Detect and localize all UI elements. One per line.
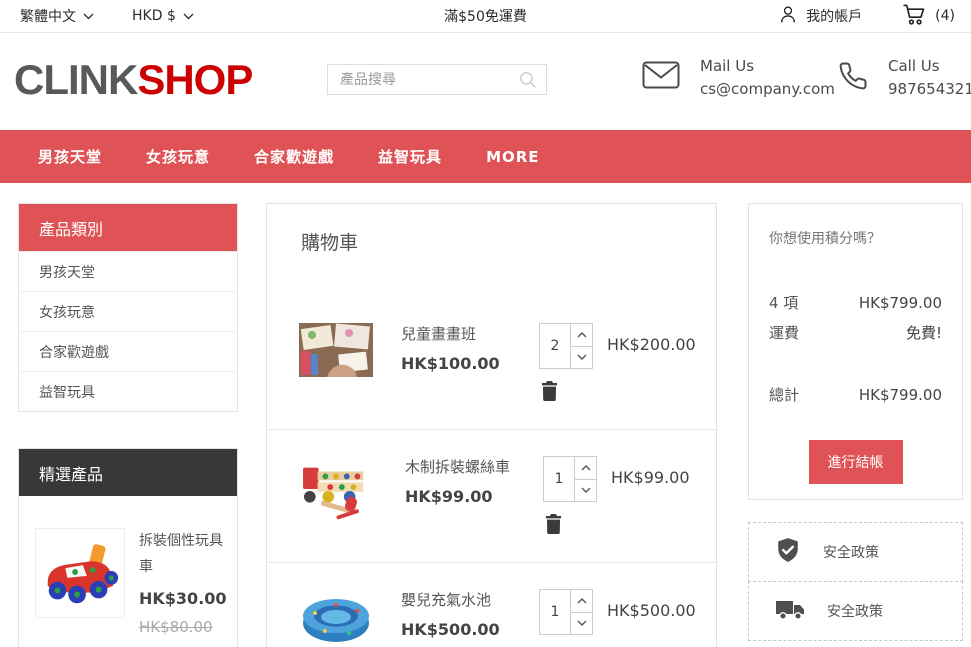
quantity-increase-button[interactable] <box>575 457 596 479</box>
quantity-input[interactable] <box>544 457 574 501</box>
user-icon <box>778 4 798 28</box>
featured-product-name[interactable]: 拆裝個性玩具車 <box>139 528 227 580</box>
shield-check-icon <box>775 537 801 567</box>
my-account-button[interactable]: 我的帳戶 <box>778 4 862 28</box>
summary-shipping-label: 運費 <box>769 318 799 348</box>
chevron-down-icon <box>183 8 194 24</box>
logo-text-red: SHOP <box>137 56 252 103</box>
shop-logo[interactable]: CLINKSHOP <box>14 56 252 104</box>
my-account-label: 我的帳戶 <box>806 6 862 26</box>
cart-title: 購物車 <box>267 204 716 255</box>
product-image[interactable] <box>299 323 373 381</box>
category-item-girls[interactable]: 女孩玩意 <box>19 291 237 331</box>
cart-item-name[interactable]: 木制拆裝螺絲車 <box>405 456 543 477</box>
category-item-boys[interactable]: 男孩天堂 <box>19 251 237 291</box>
logo-text-gray: CLINK <box>14 56 137 103</box>
shopping-cart-panel: 購物車 <box>266 203 717 647</box>
language-selector[interactable]: 繁體中文 <box>20 6 94 26</box>
currency-label: HKD $ <box>132 8 176 24</box>
trash-icon <box>541 389 558 404</box>
featured-products-box: 精選產品 拆裝個性玩具車 <box>18 448 238 647</box>
summary-total-label: 總計 <box>769 380 799 410</box>
summary-items-value: HK$799.00 <box>859 288 942 318</box>
summary-total-row: 總計 HK$799.00 <box>769 380 942 410</box>
trash-icon <box>545 522 562 537</box>
cart-item-row: 兒童畫畫班 HK$100.00 <box>267 297 716 429</box>
featured-product-old-price: HK$80.00 <box>139 614 227 640</box>
cart-item-row: 嬰兒充氣水池 HK$500.00 顏色: 藍色 <box>267 562 716 647</box>
category-item-family-games[interactable]: 合家歡遊戲 <box>19 331 237 371</box>
featured-product-image[interactable] <box>35 528 125 618</box>
currency-selector[interactable]: HKD $ <box>132 8 194 24</box>
quantity-input[interactable] <box>540 324 570 368</box>
remove-item-button[interactable] <box>541 381 558 404</box>
featured-header: 精選產品 <box>19 449 237 496</box>
quantity-stepper <box>539 589 593 635</box>
cart-item-total: HK$500.00 <box>607 589 696 620</box>
cart-item-total: HK$200.00 <box>607 323 696 354</box>
product-image[interactable] <box>299 589 373 647</box>
quantity-stepper <box>539 323 593 369</box>
truck-icon <box>775 597 805 625</box>
quantity-increase-button[interactable] <box>571 324 592 346</box>
category-item-educational-toys[interactable]: 益智玩具 <box>19 371 237 411</box>
language-label: 繁體中文 <box>20 6 76 26</box>
mail-icon <box>642 61 680 93</box>
cart-item-total: HK$99.00 <box>611 456 690 487</box>
featured-product-price: HK$30.00 <box>139 586 227 612</box>
top-bar: 繁體中文 HKD $ 滿$50免運費 我的帳戶 <box>0 0 971 33</box>
shipping-policy-item[interactable]: 安全政策 <box>748 581 963 641</box>
chevron-down-icon <box>83 8 94 24</box>
product-image[interactable] <box>299 456 377 528</box>
summary-shipping-value: 免費! <box>906 318 942 348</box>
cart-icon <box>902 3 927 30</box>
remove-item-button[interactable] <box>545 514 562 537</box>
cart-button[interactable]: (4) <box>902 3 955 30</box>
quantity-decrease-button[interactable] <box>575 479 596 502</box>
nav-item-more[interactable]: MORE <box>486 148 539 166</box>
summary-items-label: 4 項 <box>769 288 798 318</box>
quantity-decrease-button[interactable] <box>571 346 592 369</box>
summary-shipping-row: 運費 免費! <box>769 318 942 348</box>
cart-item-unit-price: HK$500.00 <box>401 620 539 639</box>
mail-us-address: cs@company.com <box>700 78 835 101</box>
mail-us-block[interactable]: Mail Us cs@company.com <box>642 55 835 101</box>
order-summary-box: 你想使用積分嗎？ 4 項 HK$799.00 運費 免費! 總計 HK$799.… <box>748 203 963 500</box>
summary-total-value: HK$799.00 <box>859 380 942 410</box>
checkout-button[interactable]: 進行結帳 <box>809 440 903 484</box>
search-icon[interactable] <box>519 71 537 93</box>
page: 繁體中文 HKD $ 滿$50免運費 我的帳戶 <box>0 0 971 647</box>
policy-label: 安全政策 <box>827 601 883 621</box>
phone-icon <box>838 61 868 95</box>
product-categories-box: 產品類別 男孩天堂 女孩玩意 合家歡遊戲 益智玩具 <box>18 203 238 412</box>
nav-item-family-games[interactable]: 合家歡遊戲 <box>254 146 334 167</box>
quantity-input[interactable] <box>540 590 570 634</box>
search-box <box>327 64 547 95</box>
quantity-stepper <box>543 456 597 502</box>
policy-label: 安全政策 <box>823 542 879 562</box>
call-us-number: 987654321 <box>888 78 971 101</box>
cart-item-unit-price: HK$100.00 <box>401 354 539 373</box>
security-policy-item[interactable]: 安全政策 <box>748 522 963 582</box>
summary-items-row: 4 項 HK$799.00 <box>769 288 942 318</box>
cart-item-row: 木制拆裝螺絲車 HK$99.00 <box>267 429 716 562</box>
nav-item-girls[interactable]: 女孩玩意 <box>146 146 210 167</box>
cart-item-name[interactable]: 嬰兒充氣水池 <box>401 589 539 610</box>
mail-us-label: Mail Us <box>700 55 835 78</box>
cart-item-unit-price: HK$99.00 <box>405 487 543 506</box>
nav-item-educational-toys[interactable]: 益智玩具 <box>378 146 442 167</box>
call-us-block[interactable]: Call Us 987654321 <box>838 55 971 101</box>
nav-item-boys[interactable]: 男孩天堂 <box>38 146 102 167</box>
header: CLINKSHOP Mail Us cs@company.com <box>0 34 971 130</box>
search-input[interactable] <box>328 65 546 94</box>
categories-header: 產品類別 <box>19 204 237 251</box>
main-nav: 男孩天堂 女孩玩意 合家歡遊戲 益智玩具 MORE <box>0 130 971 183</box>
quantity-decrease-button[interactable] <box>571 612 592 635</box>
content: 產品類別 男孩天堂 女孩玩意 合家歡遊戲 益智玩具 精選產品 <box>0 183 971 647</box>
quantity-increase-button[interactable] <box>571 590 592 612</box>
cart-item-name[interactable]: 兒童畫畫班 <box>401 323 539 344</box>
call-us-label: Call Us <box>888 55 971 78</box>
use-points-question[interactable]: 你想使用積分嗎？ <box>769 228 942 248</box>
cart-count: (4) <box>935 8 955 24</box>
